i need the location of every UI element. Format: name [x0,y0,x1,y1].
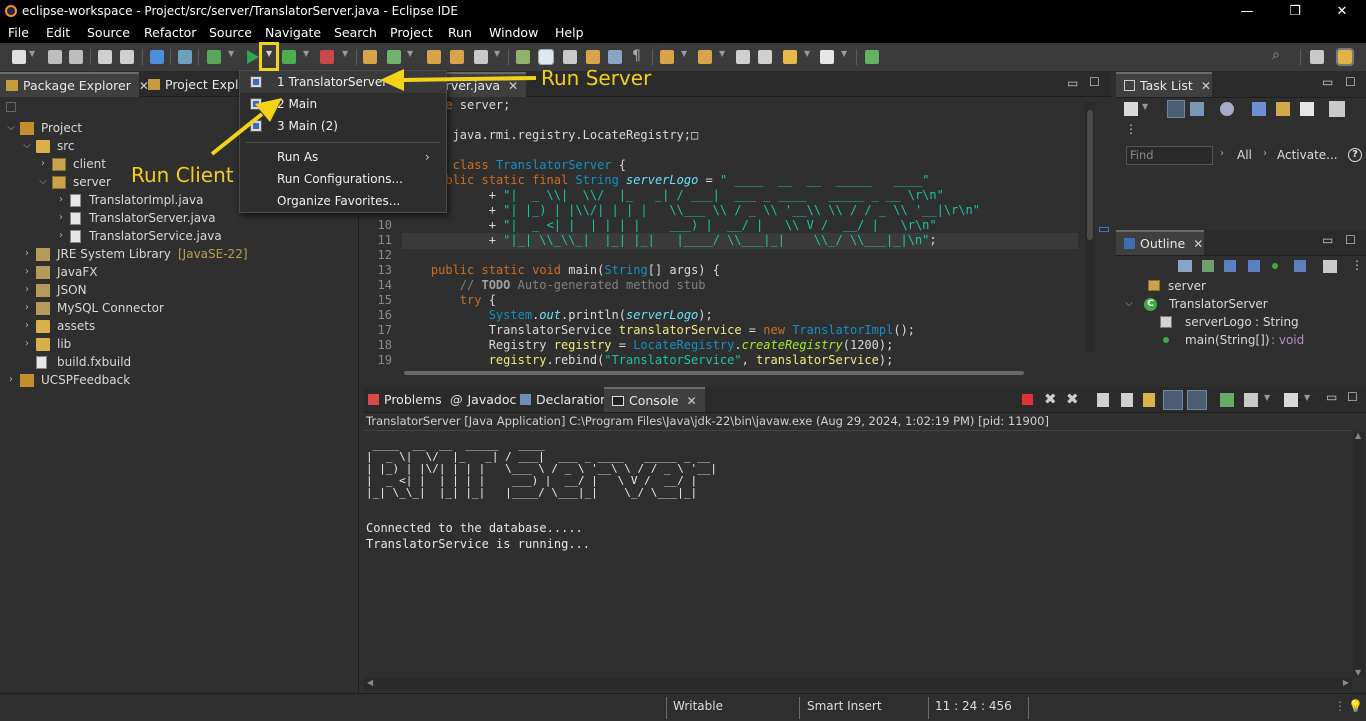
run-server-arrowhead [380,69,404,91]
run-server-annotation: Run Server [541,66,652,90]
run-server-arrow [401,76,537,82]
run-client-arrow [210,112,264,156]
annotation-arrows [210,69,537,156]
run-client-annotation: Run Client [131,163,234,187]
